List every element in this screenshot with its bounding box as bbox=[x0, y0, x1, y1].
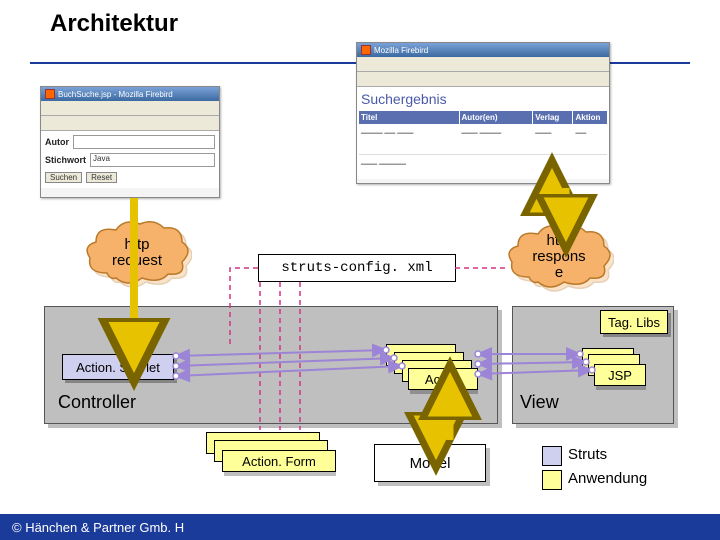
results-heading: Suchergebnis bbox=[359, 89, 607, 111]
col-autor: Autor(en) bbox=[460, 111, 534, 124]
jsp-card-front: JSP bbox=[594, 364, 646, 386]
http-response-label: httpresponse bbox=[504, 222, 614, 292]
col-verlag: Verlag bbox=[533, 111, 573, 124]
taglibs-box: Tag. Libs bbox=[600, 310, 668, 334]
left-body: Autor Stichwort Java Suchen Reset bbox=[41, 131, 219, 188]
footer-bar: © Hänchen & Partner Gmb. H bbox=[0, 514, 720, 540]
table-cell: ▁▁▁▁ ▁▁ ▁▁▁ bbox=[359, 124, 460, 155]
http-request-label: httprequest bbox=[82, 218, 192, 288]
table-cell: ▁▁▁ ▁▁▁▁ bbox=[460, 124, 534, 155]
right-addressbar bbox=[357, 72, 609, 87]
table-cell: ▁▁ bbox=[573, 124, 607, 155]
results-screenshot: Mozilla Firebird Suchergebnis Titel Auto… bbox=[356, 42, 610, 184]
legend-anwendung-swatch bbox=[542, 470, 562, 490]
search-form-screenshot: BuchSuche.jsp - Mozilla Firebird Autor S… bbox=[40, 86, 220, 198]
model-box: Model bbox=[374, 444, 486, 482]
reset-button[interactable]: Reset bbox=[86, 172, 117, 183]
controller-label: Controller bbox=[58, 392, 136, 413]
autor-label: Autor bbox=[45, 137, 69, 147]
col-aktion: Aktion bbox=[573, 111, 607, 124]
right-body: Suchergebnis Titel Autor(en) Verlag Akti… bbox=[357, 87, 609, 179]
table-cell bbox=[533, 155, 573, 177]
search-button[interactable]: Suchen bbox=[45, 172, 82, 183]
legend-struts-swatch bbox=[542, 446, 562, 466]
firebird-icon bbox=[45, 89, 55, 99]
left-toolbar bbox=[41, 116, 219, 131]
http-response-cloud: httpresponse bbox=[504, 222, 614, 292]
stichwort-label: Stichwort bbox=[45, 155, 86, 165]
table-cell bbox=[460, 155, 534, 177]
right-titlebar-text: Mozilla Firebird bbox=[374, 46, 428, 55]
legend-struts-label: Struts bbox=[568, 446, 607, 463]
right-menubar bbox=[357, 57, 609, 72]
left-titlebar-text: BuchSuche.jsp - Mozilla Firebird bbox=[58, 90, 173, 99]
struts-config-box: struts-config. xml bbox=[258, 254, 456, 282]
left-titlebar: BuchSuche.jsp - Mozilla Firebird bbox=[41, 87, 219, 101]
http-request-cloud: httprequest bbox=[82, 218, 192, 288]
right-titlebar: Mozilla Firebird bbox=[357, 43, 609, 57]
actionform-card-front: Action. Form bbox=[222, 450, 336, 472]
legend-anwendung-label: Anwendung bbox=[568, 470, 647, 487]
action-stack: Action bbox=[386, 344, 476, 390]
actionservlet-box: Action. Servlet bbox=[62, 354, 174, 380]
view-label: View bbox=[520, 392, 559, 413]
table-cell bbox=[573, 155, 607, 177]
actionform-stack: Action. Form bbox=[206, 432, 346, 474]
stichwort-input[interactable]: Java bbox=[90, 153, 215, 167]
col-titel: Titel bbox=[359, 111, 460, 124]
page-title: Architektur bbox=[50, 10, 178, 38]
left-menubar bbox=[41, 101, 219, 116]
firebird-icon bbox=[361, 45, 371, 55]
jsp-stack: JSP bbox=[582, 348, 652, 388]
table-cell: ▁▁▁ ▁▁▁▁▁ bbox=[359, 155, 460, 177]
autor-input[interactable] bbox=[73, 135, 215, 149]
action-card-front: Action bbox=[408, 368, 478, 390]
footer-text: © Hänchen & Partner Gmb. H bbox=[12, 520, 184, 535]
table-cell: ▁▁▁ bbox=[533, 124, 573, 155]
